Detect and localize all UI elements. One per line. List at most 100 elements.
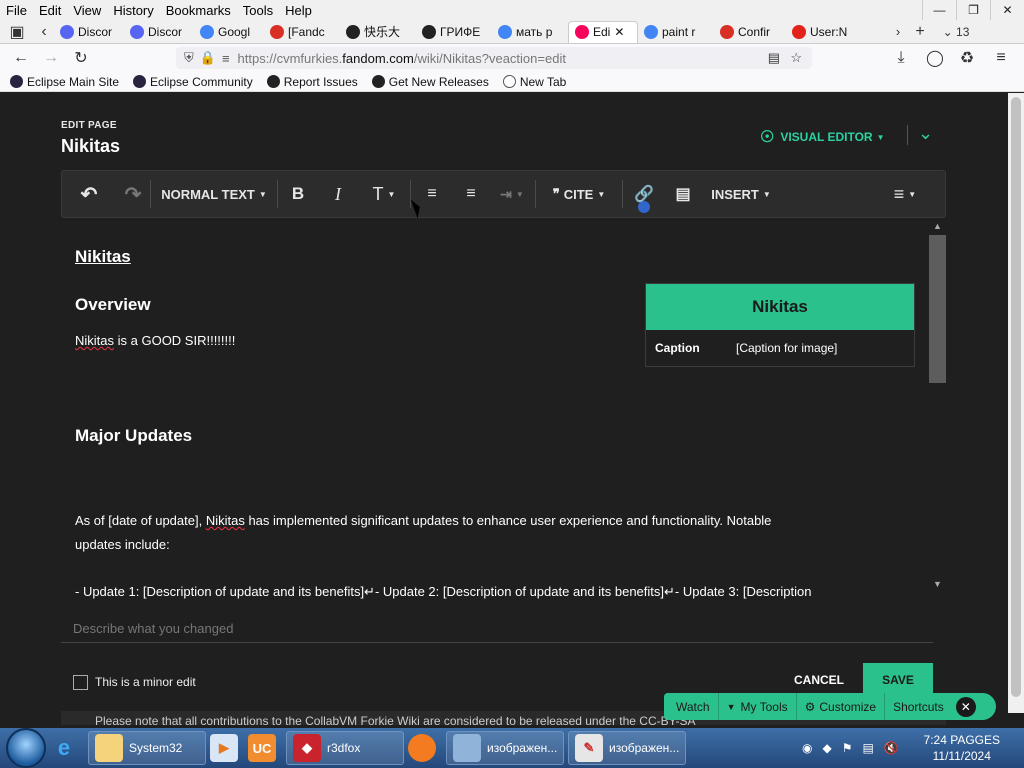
scrollbar-thumb[interactable] — [1011, 97, 1021, 697]
bookmark-eclipse-main[interactable]: Eclipse Main Site — [10, 75, 119, 89]
bookmark-star-icon[interactable]: ☆ — [790, 50, 802, 66]
customize-button[interactable]: ⚙ Customize — [797, 693, 886, 720]
permissions-icon[interactable]: ≡ — [222, 51, 230, 66]
page-scrollbar[interactable] — [1008, 93, 1024, 713]
more-options-dropdown[interactable]: ≡ ▼ — [865, 170, 945, 218]
browser-tab[interactable]: User:N — [786, 21, 856, 43]
indent-icon: ⇥ — [500, 185, 512, 202]
taskbar-r3dfox[interactable]: ◆ r3dfox — [286, 731, 404, 765]
browser-tab[interactable]: Confir — [714, 21, 786, 43]
start-button[interactable] — [6, 728, 46, 768]
bookmark-report-issues[interactable]: Report Issues — [266, 75, 358, 89]
tab-count: 13 — [956, 24, 970, 39]
scrollbar-thumb[interactable] — [929, 235, 946, 383]
browser-tab[interactable]: paint r — [638, 21, 714, 43]
flag-icon[interactable]: ⚑ — [842, 741, 853, 755]
reader-view-icon[interactable]: ▤ — [768, 50, 780, 66]
menu-bar: File Edit View History Bookmarks Tools H… — [0, 0, 1024, 20]
edit-summary-input[interactable]: Describe what you changed — [61, 615, 933, 643]
bookmark-eclipse-community[interactable]: Eclipse Community — [133, 75, 253, 89]
paragraph-style-dropdown[interactable]: NORMAL TEXT ▼ — [151, 170, 277, 218]
menu-history[interactable]: History — [113, 3, 153, 18]
forward-icon[interactable]: → — [36, 44, 66, 72]
browser-tab[interactable]: Discor — [124, 21, 194, 43]
scroll-down-icon[interactable]: ▼ — [933, 579, 942, 589]
caret-down-icon: ▼ — [762, 189, 771, 199]
link-icon[interactable]: 🔗 — [623, 170, 665, 218]
network-icon[interactable]: ◉ — [802, 741, 812, 755]
taskbar-image-2[interactable]: ✎ изображен... — [568, 731, 686, 765]
browser-tab[interactable]: [Fandc — [264, 21, 340, 43]
eye-icon: ☉ — [760, 129, 775, 146]
taskbar-image-1[interactable]: изображен... — [446, 731, 564, 765]
r3dfox-icon: ◆ — [293, 734, 321, 762]
close-icon[interactable]: ✕ — [955, 696, 976, 717]
browser-tab[interactable]: Edi ✕ — [568, 20, 638, 43]
tab-overview-icon[interactable]: ▣ — [0, 18, 34, 46]
url-bar[interactable]: ⛨ 🔒 ≡ https://cvmfurkies. fandom.com/wiki… — [176, 47, 812, 69]
browser-tab[interactable]: Discor — [54, 21, 124, 43]
taskbar-system32[interactable]: System32 — [88, 731, 206, 765]
close-window-icon[interactable]: ✕ — [990, 0, 1024, 20]
undo-icon[interactable]: ↶ — [62, 170, 116, 218]
menu-help[interactable]: Help — [285, 3, 312, 18]
minor-edit-checkbox[interactable] — [73, 675, 88, 690]
my-tools-button[interactable]: ▼ My Tools — [719, 693, 797, 720]
bookmark-label: Eclipse Community — [150, 74, 253, 89]
hamburger-menu-icon[interactable]: ≡ — [986, 44, 1016, 72]
browser-tab[interactable]: 快乐大 — [340, 21, 416, 43]
image-icon[interactable]: ▤ — [665, 170, 701, 218]
taskbar-ie[interactable]: e — [50, 731, 84, 765]
bookmark-new-tab[interactable]: New Tab — [502, 75, 566, 89]
download-icon[interactable]: ⤓ — [886, 44, 916, 72]
gmail-icon — [720, 24, 734, 39]
display-icon[interactable]: ▤ — [862, 741, 873, 755]
scroll-up-icon[interactable]: ▲ — [933, 221, 942, 231]
watch-button[interactable]: Watch — [664, 693, 719, 720]
browser-tab[interactable]: Googl — [194, 21, 264, 43]
visual-editor-switch[interactable]: ☉ VISUAL EDITOR ▼ — [760, 127, 885, 147]
tab-scroll-right-icon[interactable]: › — [890, 18, 906, 46]
visual-editor-label: VISUAL EDITOR — [780, 130, 873, 144]
taskbar-uc[interactable]: UC — [248, 731, 282, 765]
menu-bookmarks[interactable]: Bookmarks — [166, 3, 231, 18]
close-tab-icon[interactable]: ✕ — [614, 25, 624, 39]
security-icon[interactable]: ◆ — [822, 741, 831, 755]
volume-mute-icon[interactable]: 🔇 — [884, 741, 899, 755]
taskbar-firefox[interactable] — [408, 731, 442, 765]
tab-list-button[interactable]: ⌄ 13 — [934, 18, 978, 46]
numbered-list-icon[interactable]: ≡ — [453, 170, 489, 218]
cite-dropdown[interactable]: ❞ CITE ▼ — [536, 170, 622, 218]
italic-icon[interactable]: I — [318, 170, 358, 218]
chevron-down-icon[interactable]: ⌄ — [918, 123, 933, 144]
text-style-dropdown[interactable]: T ▼ — [358, 170, 410, 218]
account-icon[interactable]: ◯ — [920, 44, 950, 72]
infobox[interactable]: Nikitas Caption [Caption for image] — [645, 283, 915, 367]
menu-file[interactable]: File — [6, 3, 27, 18]
new-tab-icon[interactable]: + — [906, 18, 934, 46]
tab-scroll-left-icon[interactable]: ‹ — [34, 18, 54, 46]
back-icon[interactable]: ← — [6, 44, 36, 72]
taskbar-media[interactable]: ▶ — [210, 731, 244, 765]
lock-icon[interactable]: 🔒 — [200, 50, 216, 66]
redo-icon[interactable]: ↷ — [116, 170, 150, 218]
browser-tab[interactable]: ГРИФЕ — [416, 21, 492, 43]
menu-tools[interactable]: Tools — [243, 3, 273, 18]
cancel-button[interactable]: CANCEL — [786, 665, 852, 695]
menu-edit[interactable]: Edit — [39, 3, 61, 18]
insert-dropdown[interactable]: INSERT ▼ — [701, 170, 781, 218]
shortcuts-button[interactable]: Shortcuts — [885, 693, 952, 720]
extensions-icon[interactable]: ♻ — [952, 44, 982, 72]
shield-icon[interactable]: ⛨ — [184, 50, 194, 66]
indent-dropdown[interactable]: ⇥ ▼ — [489, 170, 535, 218]
clock[interactable]: 7:24 PAGGES 11/11/2024 — [924, 732, 1000, 764]
editor-surface[interactable]: Nikitas Overview Nikitas is a GOOD SIR!!… — [61, 225, 946, 601]
menu-view[interactable]: View — [73, 3, 101, 18]
save-button[interactable]: SAVE — [863, 663, 933, 697]
editor-scrollbar[interactable]: ▲ ▼ — [929, 221, 946, 593]
browser-tab[interactable]: мать р — [492, 21, 568, 43]
bold-icon[interactable]: B — [278, 170, 318, 218]
globe-icon — [502, 75, 516, 88]
bookmark-new-releases[interactable]: Get New Releases — [371, 75, 489, 89]
reload-icon[interactable]: ↻ — [66, 44, 96, 72]
